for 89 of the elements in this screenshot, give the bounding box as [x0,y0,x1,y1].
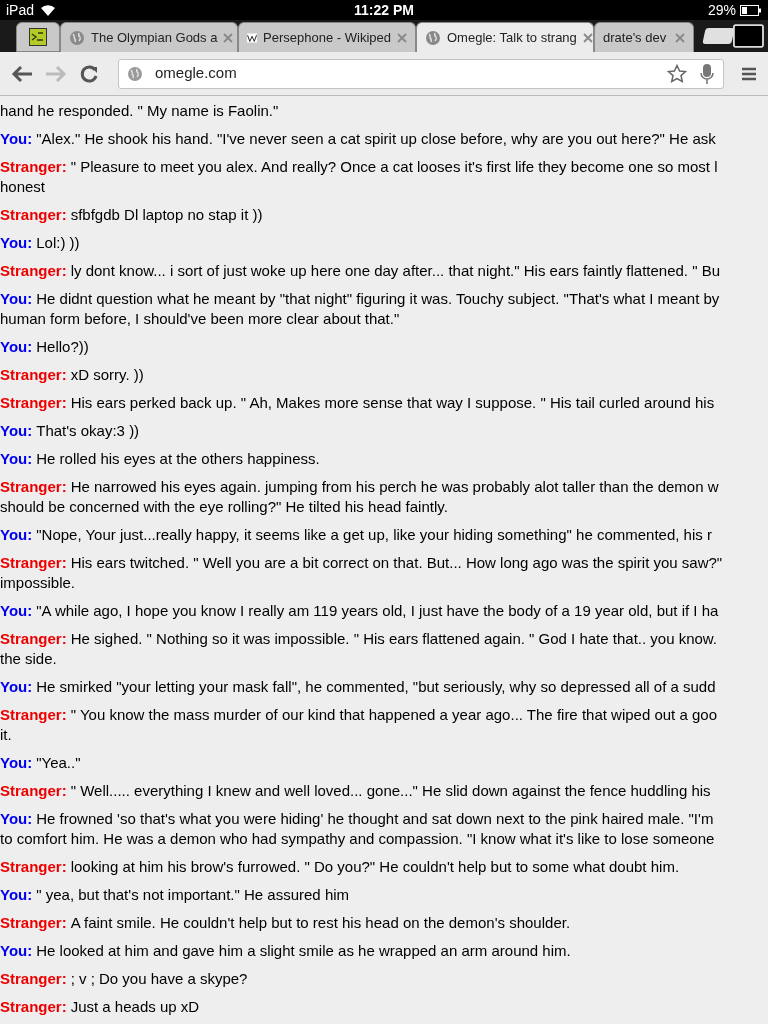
message-text: That's okay:3 )) [36,421,140,441]
speaker-label: Stranger: [0,781,67,801]
browser-tab[interactable]: Omegle: Talk to strang [416,22,594,52]
tab-title: Persephone - Wikiped [263,28,391,47]
address-bar[interactable]: omegle.com [118,58,724,89]
message-text: He sighed. " Nothing so it was impossible. " His ears flattened again. " God I hate that.. you know. [70,629,717,649]
message-text: He didnt question what he meant by "that night" figuring it was. Touchy subject. "That's what I meant by [36,289,720,309]
message-text: " You know the mass murder of our kind that happened a year ago... The fire that wiped out a goo [70,705,717,725]
message-text: He looked at him and gave him a slight smile as he wrapped an arm around him. [36,941,571,961]
new-tab-button[interactable] [702,28,735,44]
speaker-label: Stranger: [0,477,67,497]
tab-title: The Olympian Gods a [91,28,218,47]
message-text: "Nope, Your just...really happy, it seems like a get up, like your hiding something" he commented, his r [36,525,712,545]
speaker-label: Stranger: [0,553,67,573]
message-text: "A while ago, I hope you know I really am 119 years old, I just have the body of a 19 year old, but if I ha [36,601,719,621]
message-text: He frowned 'so that's what you were hiding' he thought and sat down next to the pink haired male. "I'm [36,809,714,829]
message-text: sfbfgdb Dl laptop no stap it )) [70,205,263,225]
speaker-label: You: [0,129,33,149]
terminal-icon [29,28,47,46]
speaker-label: Stranger: [0,393,67,413]
globe-icon [425,29,441,46]
battery-icon [740,4,762,16]
message-text: ly dont know... i sort of just woke up here one day after... that night." His ears faintly flattened. " Bu [70,261,721,281]
message-text: He narrowed his eyes again. jumping from his perch he was probably alot taller than the demon w [70,477,719,497]
browser-tab[interactable] [16,22,60,52]
message-text: He smirked "your letting your mask fall", he commented, "but seriously, why so depressed all of a sudd [36,677,716,697]
message-text: it. [0,725,12,745]
tab-title: drate's dev [603,28,668,47]
menu-icon[interactable] [740,65,758,82]
speaker-label: Stranger: [0,857,67,877]
speaker-label: You: [0,601,33,621]
battery-percent: 29% [707,0,736,20]
back-icon[interactable] [10,63,34,84]
speaker-label: Stranger: [0,997,67,1017]
device-name: iPad [6,0,35,20]
message-text: " Well..... everything I knew and well loved... gone..." He slid down against the fence huddling his [70,781,711,801]
message-text: " yea, but that's not important." He assured him [36,885,350,905]
speaker-label: Stranger: [0,157,67,177]
message-text: Hello?)) [36,337,89,357]
speaker-label: Stranger: [0,913,67,933]
speaker-label: You: [0,753,33,773]
speaker-label: You: [0,289,33,309]
message-text: to comfort him. He was a demon who had sympathy and compassion. "I know what it's like to lose someone [0,829,715,849]
globe-icon [69,29,85,46]
tab-switcher-icon[interactable] [733,23,764,49]
microphone-icon[interactable] [699,62,715,85]
message-text: the side. [0,649,57,669]
speaker-label: Stranger: [0,705,67,725]
speaker-label: You: [0,809,33,829]
message-text: xD sorry. )) [70,365,144,385]
speaker-label: You: [0,421,33,441]
speaker-label: Stranger: [0,969,67,989]
message-text: impossible. [0,573,76,593]
close-icon[interactable] [582,32,593,43]
globe-icon [127,65,143,82]
message-text: His ears perked back up. " Ah, Makes more sense that way I suppose. " His tail curled around his [70,393,715,413]
wifi-icon [40,4,57,16]
browser-tab[interactable]: The Olympian Gods a [60,22,238,52]
speaker-label: Stranger: [0,629,67,649]
star-icon[interactable] [667,63,687,84]
status-time: 11:22 PM [354,0,414,20]
message-text: looking at him his brow's furrowed. " Do you?" He couldn't help but to some what doubt him. [70,857,680,877]
speaker-label: You: [0,885,33,905]
message-text: should be concerned with the eye rolling?" He tilted his head faintly. [0,497,448,517]
speaker-label: Stranger: [0,261,67,281]
speaker-label: You: [0,233,33,253]
url-text: omegle.com [155,63,238,84]
message-text: A faint smile. He couldn't help but to rest his head on the demon's shoulder. [70,913,571,933]
speaker-label: You: [0,449,33,469]
browser-tab[interactable]: drate's dev [594,22,694,52]
speaker-label: Stranger: [0,365,67,385]
speaker-label: You: [0,337,33,357]
message-text: "Alex." He shook his hand. "I've never seen a cat spirit up close before, why are you out here?" He ask [36,129,716,149]
message-text: hand he responded. " My name is Faolin." [0,101,279,121]
speaker-label: You: [0,525,33,545]
message-text: " Pleasure to meet you alex. And really? Once a cat looses it's first life they become one so most l [70,157,718,177]
speaker-label: You: [0,941,33,961]
browser-tab[interactable]: Persephone - Wikiped [238,22,416,52]
speaker-label: Stranger: [0,205,67,225]
message-text: Just a heads up xD [70,997,200,1017]
speaker-label: You: [0,677,33,697]
message-text: ; v ; Do you have a skype? [70,969,248,989]
message-text: "Yea.." [36,753,81,773]
tab-title: Omegle: Talk to strang [447,28,577,47]
message-text: honest [0,177,46,197]
message-text: Lol:) )) [36,233,80,253]
message-text: human form before, I should've been more clear about that." [0,309,400,329]
message-text: His ears twitched. " Well you are a bit correct on that. But... How long ago was the spirit you saw?" [70,553,723,573]
message-text: He rolled his eyes at the others happiness. [36,449,320,469]
